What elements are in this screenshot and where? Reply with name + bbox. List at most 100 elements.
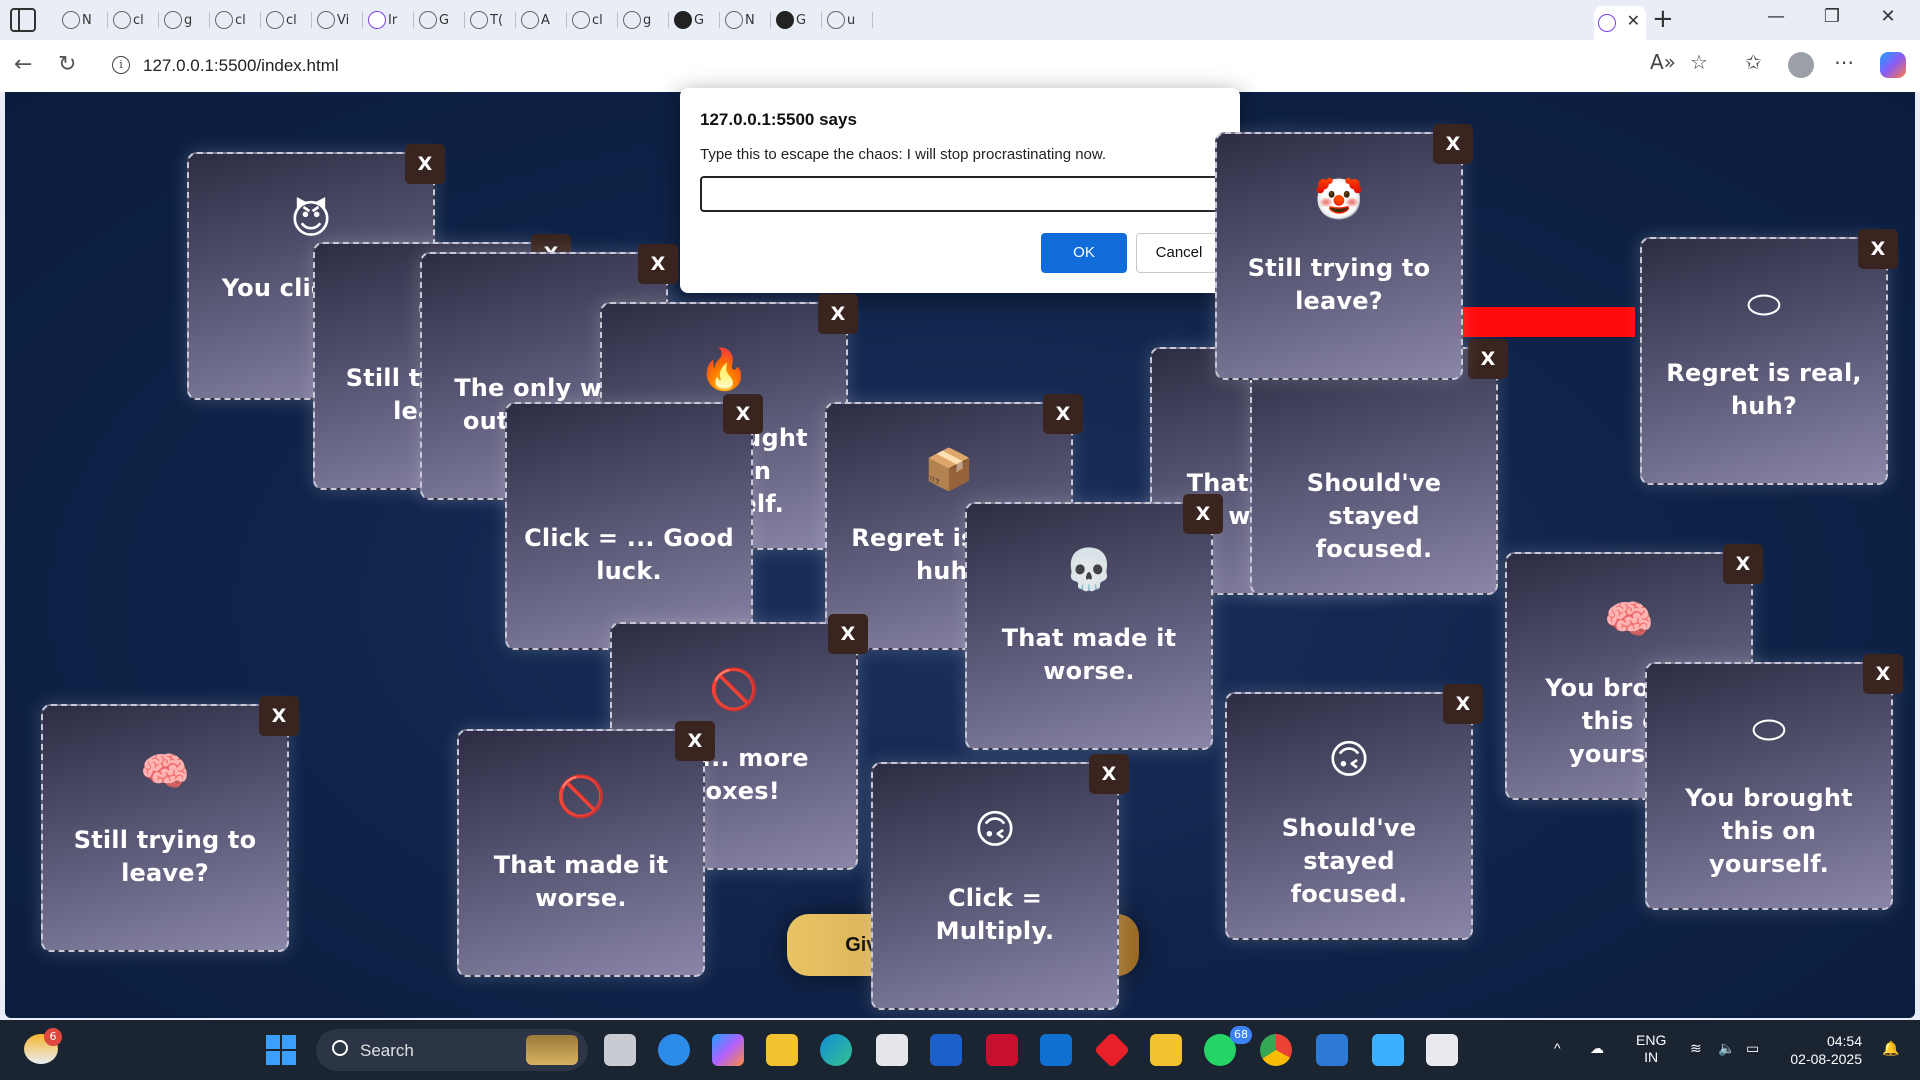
lang-line1: ENG xyxy=(1636,1032,1667,1048)
chrome-icon[interactable] xyxy=(1260,1034,1292,1066)
popup-close-button[interactable]: X xyxy=(259,696,299,736)
popup-emoji-icon: 🚫 xyxy=(709,667,759,713)
reload-icon[interactable]: ↻ xyxy=(58,52,76,77)
mcafee-icon[interactable] xyxy=(986,1034,1018,1066)
snipping-tool-icon[interactable] xyxy=(1426,1034,1458,1066)
popup-close-button[interactable]: X xyxy=(1468,339,1508,379)
more-menu-icon[interactable]: ⋯ xyxy=(1834,50,1854,74)
favorites-icon[interactable]: ✩ xyxy=(1745,50,1762,74)
notepad-icon[interactable] xyxy=(1372,1034,1404,1066)
url-text[interactable]: 127.0.0.1:5500/index.html xyxy=(143,56,339,76)
sidebar-toggle-icon[interactable] xyxy=(10,8,36,32)
chaos-popup: 🙃 Should've stayed focused. X xyxy=(1225,684,1483,940)
tab-6[interactable]: Ir xyxy=(364,6,414,34)
tab-3[interactable]: cl xyxy=(211,6,261,34)
copilot-icon[interactable] xyxy=(1880,52,1906,78)
tab-15[interactable]: u xyxy=(823,6,873,34)
taskbar: 6 Search 68 ^ ☁ ENG IN ≋ 🔈 ▭ 04:54 02-08… xyxy=(0,1020,1920,1080)
tab-8[interactable]: T( xyxy=(466,6,516,34)
popup-emoji-icon: 🧠 xyxy=(1604,597,1654,643)
tab-4[interactable]: cl xyxy=(262,6,312,34)
popup-message: Still trying to leave? xyxy=(73,826,257,887)
popup-close-button[interactable]: X xyxy=(1183,494,1223,534)
chevron-up-icon[interactable]: ^ xyxy=(1554,1040,1561,1056)
file-explorer-icon[interactable] xyxy=(766,1034,798,1066)
battery-icon[interactable]: ▭ xyxy=(1746,1040,1759,1057)
tab-14[interactable]: G xyxy=(772,6,822,34)
cancel-button[interactable]: Cancel xyxy=(1136,233,1222,273)
wifi-icon[interactable]: ≋ xyxy=(1690,1040,1702,1057)
address-bar[interactable]: i 127.0.0.1:5500/index.html xyxy=(100,46,1726,86)
search-highlight-icon xyxy=(526,1035,578,1065)
back-icon[interactable]: ← xyxy=(14,52,32,77)
toolbar: ← ↻ i 127.0.0.1:5500/index.html A» ☆ ✩ ⋯ xyxy=(0,40,1920,92)
vscode-icon[interactable] xyxy=(1316,1034,1348,1066)
tab-7[interactable]: G xyxy=(415,6,465,34)
popup-close-button[interactable]: X xyxy=(405,144,445,184)
chaos-popup: ⬭ You brought this on yourself. X xyxy=(1645,654,1903,910)
tab-active[interactable]: ✕ xyxy=(1594,6,1646,40)
popup-close-button[interactable]: X xyxy=(828,614,868,654)
minimize-icon[interactable]: — xyxy=(1756,6,1796,27)
new-tab-button[interactable]: + xyxy=(1652,4,1674,34)
onedrive-icon[interactable]: ☁ xyxy=(1590,1040,1604,1057)
help-icon[interactable] xyxy=(658,1034,690,1066)
edge-icon[interactable] xyxy=(820,1034,852,1066)
tab-separator xyxy=(158,12,159,28)
github-icon xyxy=(776,11,794,29)
text-icon xyxy=(521,11,539,29)
popup-close-button[interactable]: X xyxy=(1043,394,1083,434)
sticky-folder-icon[interactable] xyxy=(1150,1034,1182,1066)
language-indicator[interactable]: ENG IN xyxy=(1636,1032,1666,1066)
popup-close-button[interactable]: X xyxy=(1433,124,1473,164)
start-icon[interactable] xyxy=(266,1035,296,1065)
popup-close-button[interactable]: X xyxy=(638,244,678,284)
popup-close-button[interactable]: X xyxy=(1723,544,1763,584)
tab-9[interactable]: A xyxy=(517,6,567,34)
tab-separator xyxy=(668,12,669,28)
read-aloud-icon[interactable]: A» xyxy=(1650,50,1676,74)
tab-0[interactable]: N xyxy=(58,6,108,34)
maximize-icon[interactable]: ❐ xyxy=(1812,6,1852,27)
tab-11[interactable]: g xyxy=(619,6,669,34)
notification-icon[interactable]: 🔔 xyxy=(1882,1040,1899,1057)
whatsapp-badge: 68 xyxy=(1230,1026,1252,1044)
popup-message: Click = ... Good luck. xyxy=(524,524,734,585)
popup-close-button[interactable]: X xyxy=(723,394,763,434)
tab-12[interactable]: G xyxy=(670,6,720,34)
popup-close-button[interactable]: X xyxy=(818,294,858,334)
tab-5[interactable]: Vi xyxy=(313,6,363,34)
tab-separator xyxy=(311,12,312,28)
ok-button[interactable]: OK xyxy=(1041,233,1127,273)
taskbar-search[interactable]: Search xyxy=(316,1029,588,1071)
dialog-input[interactable] xyxy=(700,176,1220,212)
tab-separator xyxy=(260,12,261,28)
favorite-star-icon[interactable]: ☆ xyxy=(1690,50,1708,74)
popup-close-button[interactable]: X xyxy=(1089,754,1129,794)
popup-close-button[interactable]: X xyxy=(1443,684,1483,724)
outlook-icon[interactable] xyxy=(1040,1034,1072,1066)
profile-avatar[interactable] xyxy=(1788,52,1814,78)
taskbar-clock[interactable]: 04:54 02-08-2025 xyxy=(1786,1032,1862,1068)
tab-2[interactable]: g xyxy=(160,6,210,34)
weather-icon[interactable]: 6 xyxy=(24,1028,62,1064)
site-info-icon[interactable]: i xyxy=(112,56,130,74)
store-icon[interactable] xyxy=(876,1034,908,1066)
tab-1[interactable]: cl xyxy=(109,6,159,34)
tab-10[interactable]: cl xyxy=(568,6,618,34)
word-icon[interactable] xyxy=(930,1034,962,1066)
popup-close-button[interactable]: X xyxy=(675,721,715,761)
dialog-message: Type this to escape the chaos: I will st… xyxy=(700,146,1107,163)
task-view-icon[interactable] xyxy=(604,1034,636,1066)
close-tab-icon[interactable]: ✕ xyxy=(1627,11,1640,30)
app-diamond-icon[interactable] xyxy=(1093,1031,1131,1069)
popup-close-button[interactable]: X xyxy=(1863,654,1903,694)
gmail-icon xyxy=(419,11,437,29)
search-icon xyxy=(623,11,641,29)
chaos-popup: ⬭ Regret is real, huh? X xyxy=(1640,229,1898,485)
copilot-app-icon[interactable] xyxy=(712,1034,744,1066)
popup-close-button[interactable]: X xyxy=(1858,229,1898,269)
close-window-icon[interactable]: ✕ xyxy=(1868,6,1908,27)
volume-icon[interactable]: 🔈 xyxy=(1718,1040,1735,1057)
tab-13[interactable]: N xyxy=(721,6,771,34)
